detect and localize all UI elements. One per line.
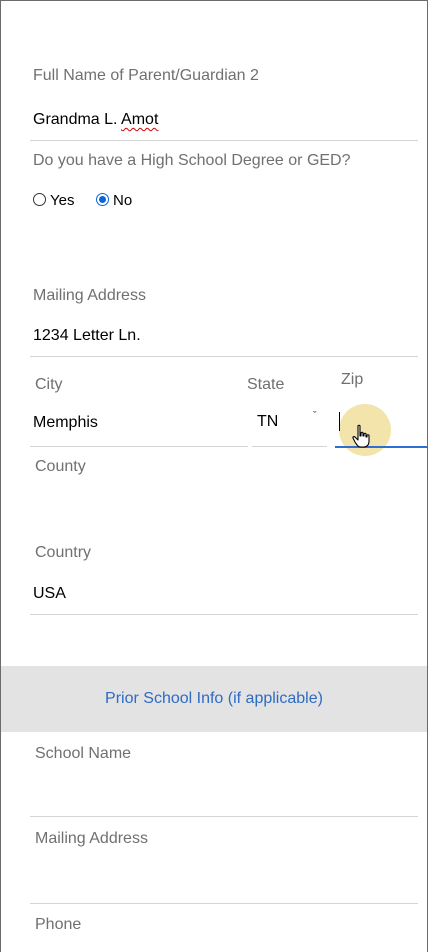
chevron-down-icon[interactable]: ˇ [313,410,317,422]
country-input[interactable]: USA [33,585,66,603]
school-name-label: School Name [35,745,132,762]
city-label: City [35,376,63,393]
county-input[interactable] [33,500,413,520]
form-panel [0,0,428,952]
radio-no-label: No [113,192,133,209]
prior-mailing-address-label: Mailing Address [35,830,148,847]
country-label: Country [35,544,92,561]
parent2-underline [30,140,418,141]
radio-yes[interactable] [33,193,46,206]
prior-mailing-address-input[interactable] [33,870,413,890]
zip-label: Zip [341,371,364,388]
parent2-value: Grandma L. [33,111,122,128]
school-name-input[interactable] [33,784,413,804]
school-name-underline [30,816,418,817]
county-label: County [35,458,86,475]
country-underline [30,614,418,615]
city-input[interactable]: Memphis [33,414,98,432]
radio-no[interactable] [96,193,109,206]
prior-mailing-address-underline [30,903,418,904]
mailing-address-underline [30,356,418,357]
diploma-question: Do you have a High School Degree or GED? [33,152,351,169]
mailing-address-input[interactable]: 1234 Letter Ln. [33,327,141,345]
parent2-value-misspelled: Amot [121,111,159,128]
hand-pointer-icon [352,424,370,448]
zip-underline-focused [335,446,428,448]
prior-school-title: Prior School Info (if applicable) [105,690,323,707]
state-label: State [247,376,285,393]
parent2-input[interactable]: Grandma L. Amot [33,111,158,129]
mailing-address-label: Mailing Address [33,287,146,304]
radio-yes-label: Yes [50,192,75,209]
parent2-label: Full Name of Parent/Guardian 2 [33,67,259,84]
phone-label: Phone [35,916,82,933]
city-underline [30,446,248,447]
state-underline [252,446,327,447]
prior-school-header: Prior School Info (if applicable) [1,666,427,732]
zip-input[interactable] [339,412,340,431]
state-select[interactable]: TN [257,413,278,431]
